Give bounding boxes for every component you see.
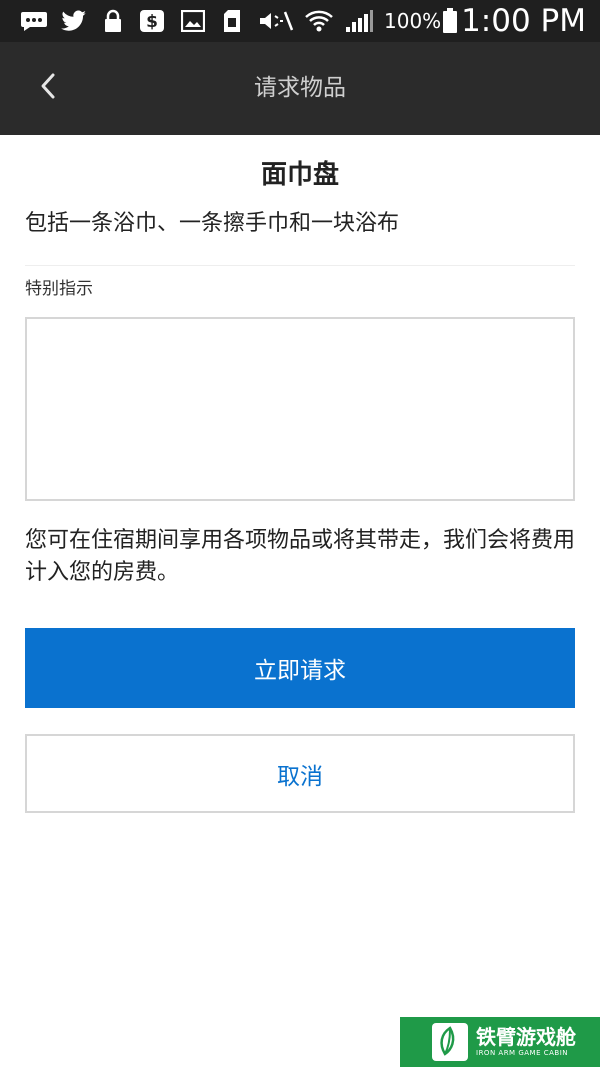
instructions-label: 特别指示: [25, 279, 93, 299]
gallery-icon: [180, 8, 206, 34]
item-description: 包括一条浴巾、一条擦手巾和一块浴布: [25, 211, 400, 236]
svg-text:$: $: [146, 12, 158, 32]
wifi-icon: [304, 8, 334, 34]
app-bar: 请求物品: [0, 42, 600, 135]
mute-icon: [258, 8, 294, 34]
watermark-text: 铁臂游戏舱 IRON ARM GAME CABIN: [476, 1026, 576, 1058]
page-title: 请求物品: [254, 75, 346, 101]
sim-card-icon: [220, 8, 244, 34]
status-bar: $ 100% 1:00 PM: [0, 0, 600, 42]
divider: [25, 265, 575, 266]
clock: 1:00 PM: [461, 3, 586, 39]
item-title: 面巾盘: [260, 160, 339, 190]
signal-icon: [344, 8, 374, 34]
message-icon: [20, 8, 48, 34]
special-instructions-input[interactable]: [25, 317, 575, 501]
dollar-icon: $: [138, 8, 166, 34]
charge-note: 您可在住宿期间享用各项物品或将其带走，我们会将费用计入您的房费。: [25, 528, 576, 585]
leaf-logo-icon: [430, 1022, 470, 1062]
watermark-sub: IRON ARM GAME CABIN: [476, 1049, 568, 1057]
request-now-button[interactable]: 立即请求: [25, 628, 575, 708]
watermark: 铁臂游戏舱 IRON ARM GAME CABIN: [400, 1017, 600, 1067]
twitter-icon: [60, 8, 88, 34]
watermark-main: 铁臂游戏舱: [476, 1025, 576, 1049]
cancel-button[interactable]: 取消: [25, 734, 575, 813]
battery-percent: 100%: [384, 9, 442, 33]
battery-icon: [440, 8, 460, 34]
lock-icon: [102, 8, 124, 34]
